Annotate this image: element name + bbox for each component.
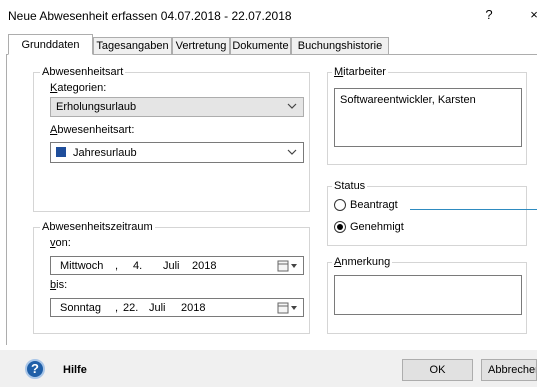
help-icon[interactable]: ? <box>25 359 45 379</box>
kategorien-label: Kategorien: <box>50 82 106 94</box>
tab-buchungshistorie[interactable]: Buchungshistorie <box>291 37 389 54</box>
bis-weekday[interactable]: Sonntag <box>60 302 101 314</box>
tab-tagesangaben-label: Tagesangaben <box>96 40 169 52</box>
bis-separator: , <box>115 302 119 314</box>
bis-label-text: is: <box>56 279 68 291</box>
status-group-label: Status <box>332 180 368 192</box>
zeitraum-group-label: Abwesenheitszeitraum <box>40 221 155 233</box>
bis-day[interactable]: 22. <box>123 302 138 314</box>
kategorien-label-text: ategorien: <box>57 82 107 94</box>
radio-selected-dot <box>337 224 343 230</box>
radio-genehmigt-label[interactable]: Genehmigt <box>350 221 404 233</box>
von-label: von: <box>50 237 71 249</box>
tab-dokumente-label: Dokumente <box>232 40 289 52</box>
bis-label: bis: <box>50 279 67 291</box>
tab-vertretung-label: Vertretung <box>175 40 227 52</box>
von-month[interactable]: Juli <box>163 260 180 272</box>
zeitraum-group <box>33 227 310 334</box>
abwesenheitsart-select[interactable]: Jahresurlaub <box>50 142 304 163</box>
von-date-picker[interactable]: Mittwoch , 4. Juli 2018 <box>50 256 304 275</box>
close-window-button[interactable]: × <box>524 6 537 24</box>
tab-buchungshistorie-label: Buchungshistorie <box>297 40 383 52</box>
kategorien-select-value: Erholungsurlaub <box>56 101 137 113</box>
chevron-down-icon <box>287 149 297 155</box>
mitarbeiter-label-text: itarbeiter <box>343 66 386 78</box>
help-link[interactable]: Hilfe <box>63 364 87 376</box>
radio-beantragt-label[interactable]: Beantragt <box>350 199 398 211</box>
status-group <box>327 186 527 246</box>
von-label-text: on: <box>55 237 71 249</box>
abwesenheitsart-select-value: Jahresurlaub <box>73 147 137 159</box>
callout-line <box>410 209 537 210</box>
von-day[interactable]: 4. <box>133 260 142 272</box>
anmerkung-group-label: Anmerkung <box>332 256 393 268</box>
mitarbeiter-value: Softwareentwickler, Karsten <box>340 94 476 106</box>
color-swatch-icon <box>56 147 66 157</box>
mitarbeiter-accesskey: M <box>334 66 344 78</box>
anmerkung-label-text: nmerkung <box>341 256 391 268</box>
radio-genehmigt[interactable] <box>334 221 346 233</box>
tab-vertretung[interactable]: Vertretung <box>172 37 230 54</box>
anmerkung-textarea[interactable] <box>334 275 522 315</box>
von-weekday[interactable]: Mittwoch <box>60 260 103 272</box>
calendar-dropdown-icon[interactable] <box>277 260 299 272</box>
abwesenheitsart-label-text: bwesenheitsart: <box>57 124 135 136</box>
tab-tagesangaben[interactable]: Tagesangaben <box>93 37 172 54</box>
help-title-button[interactable]: ? <box>479 6 499 24</box>
abwesenheitsart-label: Abwesenheitsart: <box>50 124 134 136</box>
radio-beantragt[interactable] <box>334 199 346 211</box>
bis-year[interactable]: 2018 <box>181 302 205 314</box>
bis-month[interactable]: Juli <box>149 302 166 314</box>
tab-dokumente[interactable]: Dokumente <box>230 37 291 54</box>
von-year[interactable]: 2018 <box>192 260 216 272</box>
von-separator: , <box>115 260 119 272</box>
ok-button[interactable]: OK <box>402 359 473 381</box>
tab-grunddaten[interactable]: Grunddaten <box>8 34 93 55</box>
window-title: Neue Abwesenheit erfassen 04.07.2018 - 2… <box>8 9 292 23</box>
kategorien-select[interactable]: Erholungsurlaub <box>50 97 304 117</box>
calendar-dropdown-icon[interactable] <box>277 302 299 314</box>
bis-date-picker[interactable]: Sonntag , 22. Juli 2018 <box>50 298 304 317</box>
tab-grunddaten-label: Grunddaten <box>21 39 80 51</box>
cancel-button[interactable]: Abbrechen <box>481 359 537 381</box>
abwesenheitsart-group-label: Abwesenheitsart <box>40 66 126 78</box>
mitarbeiter-box[interactable]: Softwareentwickler, Karsten <box>334 88 522 147</box>
chevron-down-icon <box>287 103 297 109</box>
mitarbeiter-group-label: Mitarbeiter <box>332 66 388 78</box>
